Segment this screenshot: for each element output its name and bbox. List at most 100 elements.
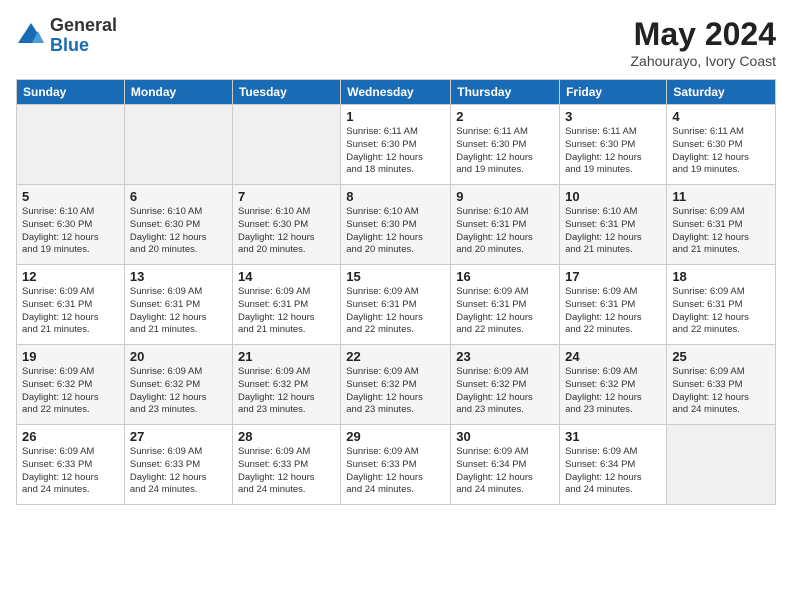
day-number: 23 (456, 349, 554, 364)
calendar-cell: 31 Sunrise: 6:09 AM Sunset: 6:34 PM Dayli… (560, 425, 667, 505)
day-info: Sunrise: 6:11 AM Sunset: 6:30 PM Dayligh… (672, 126, 770, 177)
day-number: 19 (22, 349, 119, 364)
day-info: Sunrise: 6:10 AM Sunset: 6:31 PM Dayligh… (456, 206, 554, 257)
calendar-cell: 10Sunrise: 6:10 AM Sunset: 6:31 PM Dayli… (560, 185, 667, 265)
calendar-cell: 5 Sunrise: 6:10 AM Sunset: 6:30 PM Daylig… (17, 185, 125, 265)
logo-blue: Blue (50, 36, 117, 56)
day-number: 17 (565, 269, 661, 284)
day-info: Sunrise: 6:11 AM Sunset: 6:30 PM Dayligh… (346, 126, 445, 177)
day-info: Sunrise: 6:09 AM Sunset: 6:31 PM Dayligh… (456, 286, 554, 337)
day-info: Sunrise: 6:09 AM Sunset: 6:31 PM Dayligh… (565, 286, 661, 337)
calendar-cell: 17 Sunrise: 6:09 AM Sunset: 6:31 PM Dayli… (560, 265, 667, 345)
calendar-cell: 16 Sunrise: 6:09 AM Sunset: 6:31 PM Dayli… (451, 265, 560, 345)
weekday-header: Thursday (451, 80, 560, 105)
calendar-week-row: 26 Sunrise: 6:09 AM Sunset: 6:33 PM Dayli… (17, 425, 776, 505)
day-number: 6 (130, 189, 227, 204)
day-number: 18 (672, 269, 770, 284)
day-number: 15 (346, 269, 445, 284)
day-number: 28 (238, 429, 335, 444)
day-info: Sunrise: 6:09 AM Sunset: 6:32 PM Dayligh… (456, 366, 554, 417)
day-info: Sunrise: 6:09 AM Sunset: 6:32 PM Dayligh… (130, 366, 227, 417)
day-info: Sunrise: 6:09 AM Sunset: 6:31 PM Dayligh… (672, 206, 770, 257)
day-info: Sunrise: 6:09 AM Sunset: 6:33 PM Dayligh… (22, 446, 119, 497)
day-info: Sunrise: 6:10 AM Sunset: 6:30 PM Dayligh… (22, 206, 119, 257)
day-number: 31 (565, 429, 661, 444)
calendar-cell (124, 105, 232, 185)
day-info: Sunrise: 6:09 AM Sunset: 6:32 PM Dayligh… (346, 366, 445, 417)
day-number: 20 (130, 349, 227, 364)
day-number: 4 (672, 109, 770, 124)
calendar-cell: 28Sunrise: 6:09 AM Sunset: 6:33 PM Dayli… (232, 425, 340, 505)
day-info: Sunrise: 6:09 AM Sunset: 6:32 PM Dayligh… (565, 366, 661, 417)
calendar-cell: 18 Sunrise: 6:09 AM Sunset: 6:31 PM Dayli… (667, 265, 776, 345)
day-info: Sunrise: 6:10 AM Sunset: 6:30 PM Dayligh… (346, 206, 445, 257)
day-number: 2 (456, 109, 554, 124)
day-number: 29 (346, 429, 445, 444)
day-number: 3 (565, 109, 661, 124)
calendar-cell: 11 Sunrise: 6:09 AM Sunset: 6:31 PM Dayli… (667, 185, 776, 265)
weekday-header: Monday (124, 80, 232, 105)
day-number: 5 (22, 189, 119, 204)
day-info: Sunrise: 6:09 AM Sunset: 6:31 PM Dayligh… (238, 286, 335, 337)
calendar-cell: 8 Sunrise: 6:10 AM Sunset: 6:30 PM Daylig… (341, 185, 451, 265)
weekday-header: Tuesday (232, 80, 340, 105)
calendar-cell: 22Sunrise: 6:09 AM Sunset: 6:32 PM Dayli… (341, 345, 451, 425)
calendar-table: SundayMondayTuesdayWednesdayThursdayFrid… (16, 79, 776, 505)
calendar-cell: 27 Sunrise: 6:09 AM Sunset: 6:33 PM Dayli… (124, 425, 232, 505)
day-number: 13 (130, 269, 227, 284)
location: Zahourayo, Ivory Coast (630, 53, 776, 69)
day-number: 27 (130, 429, 227, 444)
day-number: 1 (346, 109, 445, 124)
weekday-header: Saturday (667, 80, 776, 105)
weekday-header: Friday (560, 80, 667, 105)
day-info: Sunrise: 6:10 AM Sunset: 6:31 PM Dayligh… (565, 206, 661, 257)
calendar-cell: 20 Sunrise: 6:09 AM Sunset: 6:32 PM Dayli… (124, 345, 232, 425)
logo-general: General (50, 16, 117, 36)
calendar-week-row: 19 Sunrise: 6:09 AM Sunset: 6:32 PM Dayli… (17, 345, 776, 425)
calendar-cell (667, 425, 776, 505)
day-info: Sunrise: 6:10 AM Sunset: 6:30 PM Dayligh… (130, 206, 227, 257)
day-info: Sunrise: 6:09 AM Sunset: 6:34 PM Dayligh… (565, 446, 661, 497)
day-number: 8 (346, 189, 445, 204)
calendar-cell: 30Sunrise: 6:09 AM Sunset: 6:34 PM Dayli… (451, 425, 560, 505)
day-info: Sunrise: 6:09 AM Sunset: 6:32 PM Dayligh… (22, 366, 119, 417)
day-number: 21 (238, 349, 335, 364)
calendar-cell: 3 Sunrise: 6:11 AM Sunset: 6:30 PM Daylig… (560, 105, 667, 185)
day-info: Sunrise: 6:11 AM Sunset: 6:30 PM Dayligh… (565, 126, 661, 177)
logo-text: General Blue (50, 16, 117, 56)
month-year: May 2024 (630, 16, 776, 53)
calendar-week-row: 12Sunrise: 6:09 AM Sunset: 6:31 PM Dayli… (17, 265, 776, 345)
calendar-cell: 14Sunrise: 6:09 AM Sunset: 6:31 PM Dayli… (232, 265, 340, 345)
calendar-cell: 1 Sunrise: 6:11 AM Sunset: 6:30 PM Daylig… (341, 105, 451, 185)
calendar-cell: 2 Sunrise: 6:11 AM Sunset: 6:30 PM Daylig… (451, 105, 560, 185)
calendar-cell: 25Sunrise: 6:09 AM Sunset: 6:33 PM Dayli… (667, 345, 776, 425)
day-number: 11 (672, 189, 770, 204)
day-info: Sunrise: 6:09 AM Sunset: 6:31 PM Dayligh… (130, 286, 227, 337)
calendar-week-row: 5 Sunrise: 6:10 AM Sunset: 6:30 PM Daylig… (17, 185, 776, 265)
day-info: Sunrise: 6:09 AM Sunset: 6:33 PM Dayligh… (672, 366, 770, 417)
calendar-week-row: 1 Sunrise: 6:11 AM Sunset: 6:30 PM Daylig… (17, 105, 776, 185)
day-info: Sunrise: 6:09 AM Sunset: 6:32 PM Dayligh… (238, 366, 335, 417)
day-number: 26 (22, 429, 119, 444)
day-info: Sunrise: 6:09 AM Sunset: 6:33 PM Dayligh… (130, 446, 227, 497)
day-info: Sunrise: 6:09 AM Sunset: 6:31 PM Dayligh… (672, 286, 770, 337)
title-area: May 2024 Zahourayo, Ivory Coast (630, 16, 776, 69)
weekday-header: Sunday (17, 80, 125, 105)
weekday-header-row: SundayMondayTuesdayWednesdayThursdayFrid… (17, 80, 776, 105)
day-number: 9 (456, 189, 554, 204)
calendar-cell: 12Sunrise: 6:09 AM Sunset: 6:31 PM Dayli… (17, 265, 125, 345)
calendar-cell: 23 Sunrise: 6:09 AM Sunset: 6:32 PM Dayli… (451, 345, 560, 425)
calendar-cell: 19 Sunrise: 6:09 AM Sunset: 6:32 PM Dayli… (17, 345, 125, 425)
calendar-cell (232, 105, 340, 185)
calendar-cell: 7Sunrise: 6:10 AM Sunset: 6:30 PM Daylig… (232, 185, 340, 265)
day-info: Sunrise: 6:09 AM Sunset: 6:31 PM Dayligh… (22, 286, 119, 337)
day-info: Sunrise: 6:10 AM Sunset: 6:30 PM Dayligh… (238, 206, 335, 257)
calendar-cell: 26 Sunrise: 6:09 AM Sunset: 6:33 PM Dayli… (17, 425, 125, 505)
day-info: Sunrise: 6:11 AM Sunset: 6:30 PM Dayligh… (456, 126, 554, 177)
calendar-cell: 29Sunrise: 6:09 AM Sunset: 6:33 PM Dayli… (341, 425, 451, 505)
day-number: 16 (456, 269, 554, 284)
calendar-cell: 24Sunrise: 6:09 AM Sunset: 6:32 PM Dayli… (560, 345, 667, 425)
calendar-cell: 15Sunrise: 6:09 AM Sunset: 6:31 PM Dayli… (341, 265, 451, 345)
day-info: Sunrise: 6:09 AM Sunset: 6:34 PM Dayligh… (456, 446, 554, 497)
weekday-header: Wednesday (341, 80, 451, 105)
